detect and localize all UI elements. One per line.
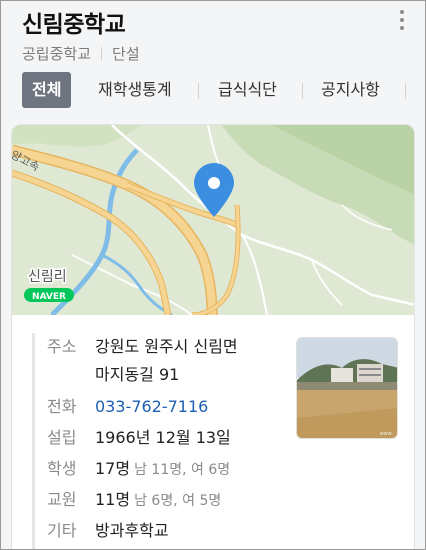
tab-bar: 전체 재학생통계 급식식단 공지사항	[22, 72, 426, 110]
divider	[101, 47, 103, 60]
page-title: 신림중학교	[22, 12, 126, 38]
tab-overview[interactable]: 전체	[22, 72, 72, 108]
map-pin-icon[interactable]	[194, 163, 234, 217]
more-options-icon[interactable]	[396, 10, 408, 32]
tab-divider	[405, 83, 406, 99]
address-line2: 마지동길 91	[95, 365, 180, 384]
phone-link[interactable]: 033-762-7116	[95, 393, 208, 421]
info-section: 주소 강원도 원주시 신림면 마지동길 91 전화 033-762-7116 설…	[12, 315, 414, 550]
students-detail: 남 11명, 여 6명	[134, 462, 231, 478]
naver-logo: NAVER	[24, 288, 74, 302]
school-type: 공립중학교	[22, 45, 92, 63]
location-map[interactable]: 양고속 신림리 NAVER	[12, 125, 414, 315]
phone-label: 전화	[47, 397, 77, 416]
tab-meal-menu[interactable]: 급식식단	[218, 72, 277, 108]
svg-text:www.: www.	[380, 431, 394, 437]
founded-label: 설립	[47, 428, 77, 447]
staff-detail: 남 6명, 여 5명	[134, 493, 222, 509]
school-type-line: 공립중학교 단설	[22, 43, 140, 64]
school-establishment-type: 단설	[112, 45, 140, 63]
founded-value: 1966년 12월 13일	[95, 428, 231, 447]
naver-logo-text: NAVER	[32, 292, 66, 302]
students-label: 학생	[47, 459, 77, 478]
tab-notices[interactable]: 공지사항	[321, 72, 380, 108]
school-info-card: 양고속 신림리 NAVER 주소 강원도 원주시 신림면 마지동길 91 전화 …	[11, 124, 415, 550]
students-value: 17명 남 11명, 여 6명	[95, 455, 230, 484]
map-place-label: 신림리	[28, 269, 67, 285]
etc-label: 기타	[47, 521, 77, 540]
tab-student-stats[interactable]: 재학생통계	[98, 72, 172, 108]
students-total: 17명	[95, 459, 131, 478]
address-line1: 강원도 원주시 신림면	[95, 337, 238, 356]
staff-label: 교원	[47, 490, 77, 509]
tab-divider	[302, 83, 303, 99]
header: 신림중학교 공립중학교 단설 전체 재학생통계 급식식단 공지사항	[0, 0, 426, 124]
address-label: 주소	[47, 337, 77, 356]
staff-value: 11명 남 6명, 여 5명	[95, 486, 221, 515]
etc-value: 방과후학교	[95, 521, 169, 540]
tab-divider	[198, 83, 199, 99]
staff-total: 11명	[95, 490, 131, 509]
school-photo[interactable]: www.	[296, 337, 398, 439]
info-divider	[32, 333, 35, 550]
